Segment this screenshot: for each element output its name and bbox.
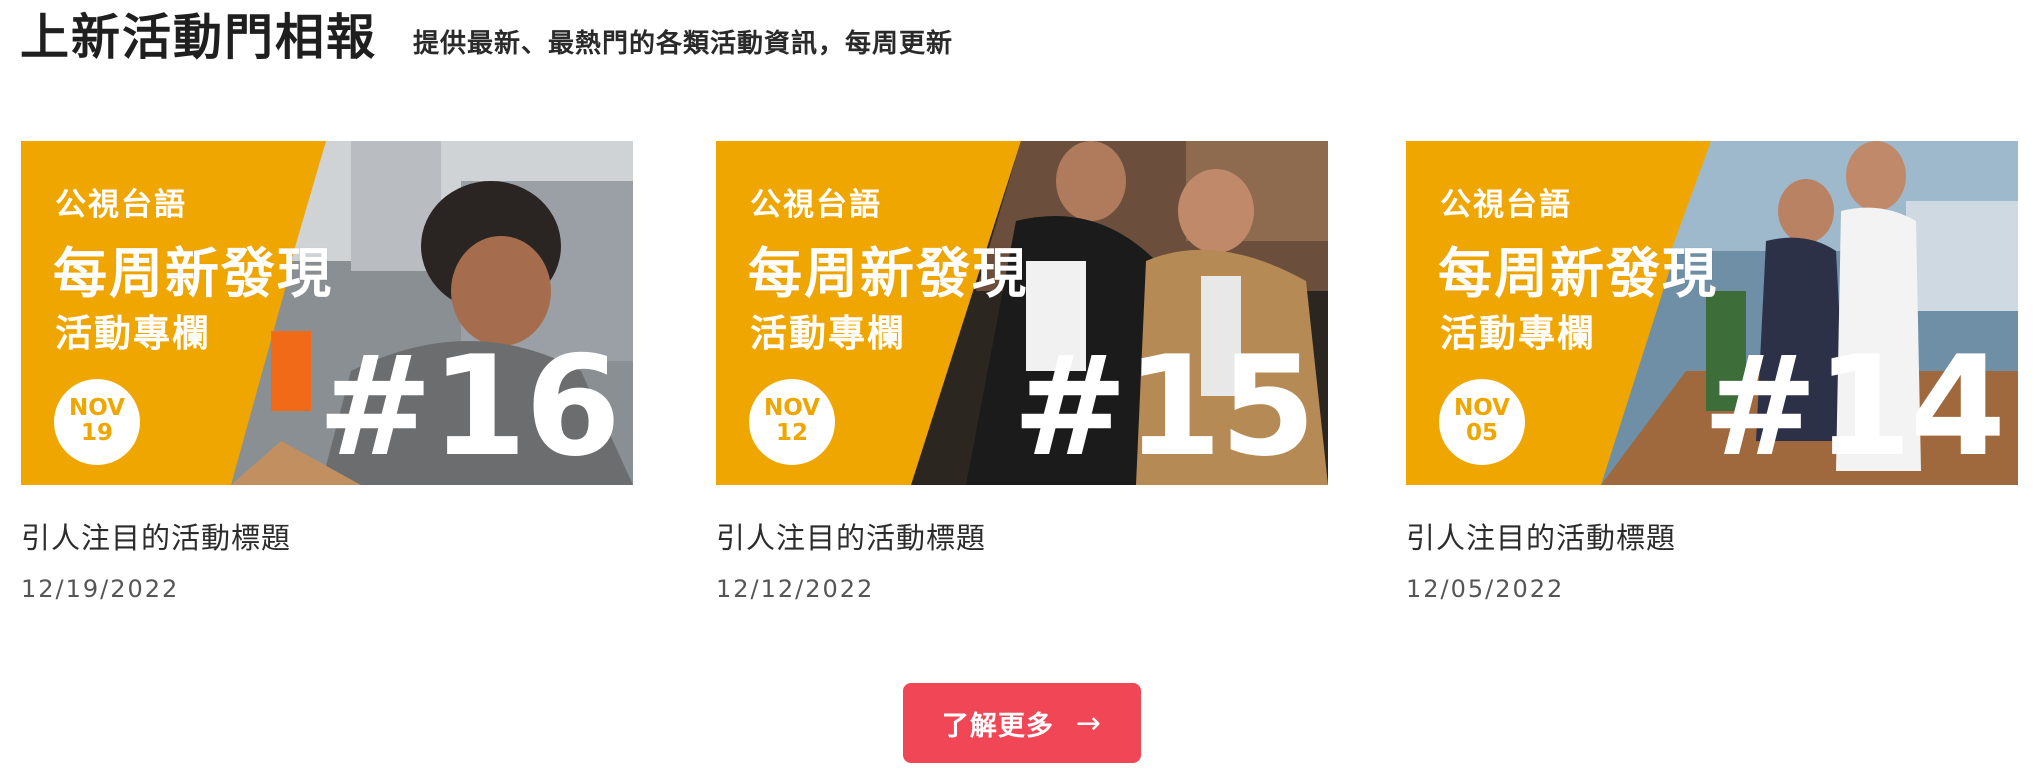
badge-month: NOV bbox=[69, 395, 125, 421]
event-card[interactable]: 公視台語 每周新發現 活動專欄 NOV 19 #16 引人注目的活動標題 12/… bbox=[21, 141, 633, 603]
banner-headline: 每周新發現 bbox=[748, 242, 1028, 305]
event-card[interactable]: 公視台語 每周新發現 活動專欄 NOV 05 #14 引人注目的活動標題 12/… bbox=[1406, 141, 2018, 603]
badge-day: 05 bbox=[1465, 420, 1498, 446]
badge-month: NOV bbox=[1454, 395, 1510, 421]
section-title: 上新活動門相報 bbox=[20, 9, 378, 66]
banner-column-label: 活動專欄 bbox=[750, 312, 906, 355]
badge-month: NOV bbox=[764, 395, 820, 421]
card-title[interactable]: 引人注目的活動標題 bbox=[21, 515, 633, 557]
banner-headline: 每周新發現 bbox=[53, 242, 333, 305]
banner-brand: 公視台語 bbox=[1440, 187, 1572, 223]
banner-date-badge: NOV 19 bbox=[54, 379, 140, 465]
badge-day: 19 bbox=[80, 420, 113, 446]
card-title[interactable]: 引人注目的活動標題 bbox=[1406, 515, 2018, 557]
learn-more-label: 了解更多 bbox=[941, 710, 1054, 742]
card-date: 12/12/2022 bbox=[716, 575, 875, 603]
section-header: 上新活動門相報 提供最新、最熱門的各類活動資訊，每周更新 bbox=[20, 8, 953, 68]
banner-column-label: 活動專欄 bbox=[1440, 312, 1596, 355]
event-card[interactable]: 公視台語 每周新發現 活動專欄 NOV 12 #15 引人注目的活動標題 12/… bbox=[716, 141, 1328, 603]
event-banner-image[interactable]: 公視台語 每周新發現 活動專欄 NOV 05 #14 bbox=[1406, 141, 2018, 485]
learn-more-button[interactable]: 了解更多 → bbox=[903, 683, 1141, 763]
banner-column-label: 活動專欄 bbox=[55, 312, 211, 355]
banner-brand: 公視台語 bbox=[750, 187, 882, 223]
event-banner-image[interactable]: 公視台語 每周新發現 活動專欄 NOV 12 #15 bbox=[716, 141, 1328, 485]
banner-date-badge: NOV 12 bbox=[749, 379, 835, 465]
banner-headline: 每周新發現 bbox=[1438, 242, 1718, 305]
arrow-right-icon: → bbox=[1075, 705, 1103, 741]
section-subtitle: 提供最新、最熱門的各類活動資訊，每周更新 bbox=[413, 29, 954, 59]
banner-date-badge: NOV 05 bbox=[1439, 379, 1525, 465]
card-title[interactable]: 引人注目的活動標題 bbox=[716, 515, 1328, 557]
banner-brand: 公視台語 bbox=[55, 187, 187, 223]
card-date: 12/19/2022 bbox=[21, 575, 180, 603]
banner-episode-number: #14 bbox=[1702, 326, 2006, 485]
event-banner-image[interactable]: 公視台語 每周新發現 活動專欄 NOV 19 #16 bbox=[21, 141, 633, 485]
banner-episode-number: #16 bbox=[317, 326, 621, 485]
card-date: 12/05/2022 bbox=[1406, 575, 1565, 603]
badge-day: 12 bbox=[775, 420, 808, 446]
banner-episode-number: #15 bbox=[1012, 326, 1316, 485]
